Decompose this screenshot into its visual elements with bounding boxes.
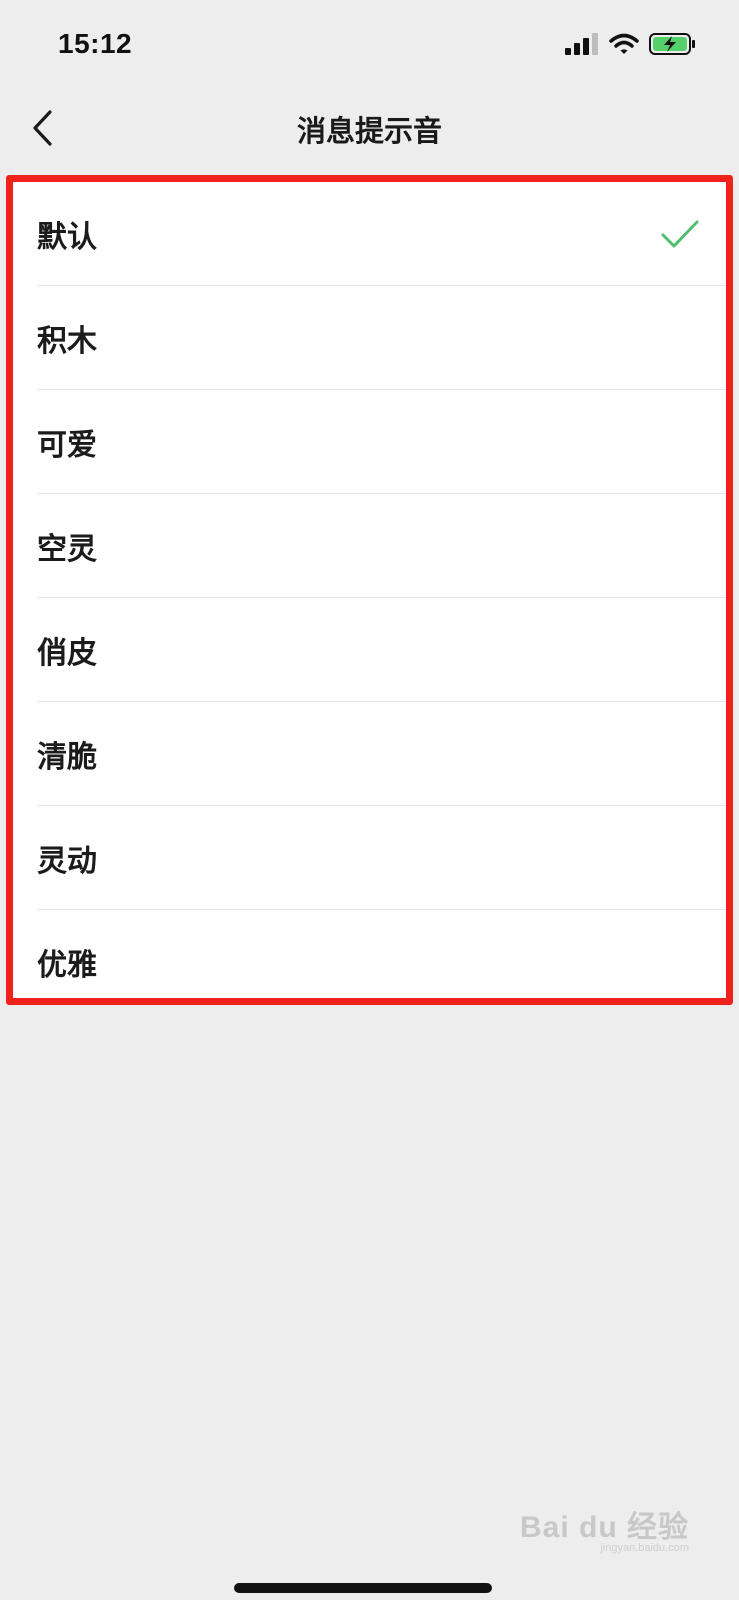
list-item-label: 可爱 [37, 428, 97, 463]
list-item-ethereal[interactable]: 空灵 [13, 494, 726, 598]
baidu-jingyan-watermark: Bai du 经验 jingyan.baidu.com [519, 1502, 689, 1554]
list-item-label: 空灵 [37, 532, 97, 567]
list-item-playful[interactable]: 俏皮 [13, 598, 726, 702]
checkmark-icon [661, 220, 699, 248]
list-item-blocks[interactable]: 积木 [13, 286, 726, 390]
list-item-label: 清脆 [37, 740, 97, 775]
list-item-label: 积木 [37, 324, 97, 359]
battery-charging-icon [649, 33, 695, 55]
wifi-icon [609, 33, 639, 54]
watermark-url: jingyan.baidu.com [600, 1542, 689, 1554]
list-item-elegant[interactable]: 优雅 [13, 910, 726, 1014]
ringtone-list: 默认 积木 可爱 空灵 俏皮 清脆 灵动 优雅 [6, 175, 733, 1005]
home-indicator[interactable] [234, 1583, 492, 1593]
list-item-label: 俏皮 [37, 636, 97, 671]
page-title: 消息提示音 [296, 114, 442, 148]
status-bar: 15:12 [0, 0, 739, 90]
signal-icon [565, 33, 598, 55]
list-item-cute[interactable]: 可爱 [13, 390, 726, 494]
nav-bar: 消息提示音 [0, 90, 739, 170]
screen: 15:12 消息提示音 默认 积木 可爱 空灵 俏皮 清脆 灵动 优雅 Bai … [0, 0, 739, 1600]
list-item-label: 优雅 [37, 948, 97, 983]
list-item-label: 默认 [37, 220, 97, 255]
status-icons [565, 32, 697, 56]
watermark-brand: Bai du 经验 [519, 1511, 689, 1544]
status-time: 15:12 [58, 28, 133, 59]
list-item-default[interactable]: 默认 [13, 182, 726, 286]
list-item-lively[interactable]: 灵动 [13, 806, 726, 910]
list-item-crisp[interactable]: 清脆 [13, 702, 726, 806]
list-item-label: 灵动 [37, 844, 97, 879]
